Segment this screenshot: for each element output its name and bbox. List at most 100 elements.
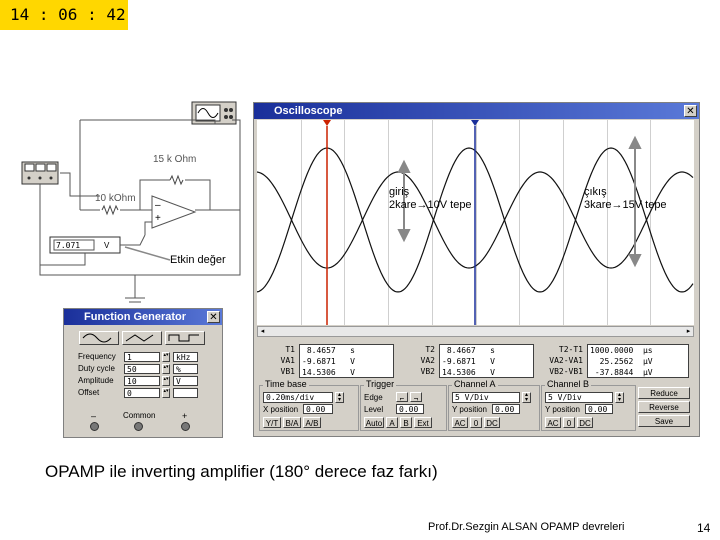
fg-row-unit[interactable]: kHz xyxy=(173,352,198,362)
feedback-resistor-symbol xyxy=(169,174,184,186)
fg-row-spinner[interactable]: ▴▾ xyxy=(162,364,170,374)
oscilloscope-screen xyxy=(257,120,694,325)
trigger-level-input[interactable]: 0.00 xyxy=(396,404,424,414)
fg-row-input[interactable]: 1 xyxy=(124,352,160,362)
opamp-plus: + xyxy=(155,213,161,224)
reverse-button[interactable]: Reverse xyxy=(638,401,690,413)
readout-t1-labels: T1 VA1 VB1 xyxy=(280,345,295,376)
save-button[interactable]: Save xyxy=(638,415,690,427)
fg-row-spinner[interactable]: ▴▾ xyxy=(162,388,170,398)
function-generator-window: Function Generator ✕ Frequency 1 ▴▾ kHz Duty… xyxy=(63,308,223,438)
opamp-minus: – xyxy=(155,200,161,211)
trigger-header: Trigger xyxy=(364,379,397,389)
input-resistor-symbol xyxy=(101,204,119,216)
fg-common-terminal[interactable] xyxy=(134,422,143,431)
ground-symbol xyxy=(125,275,145,303)
fg-common-label: Common xyxy=(123,411,156,420)
channel-b-ypos-input[interactable]: 0.00 xyxy=(585,404,613,414)
trigger-auto-button[interactable]: Auto xyxy=(364,417,384,428)
trigger-edge-label: Edge xyxy=(364,393,383,402)
fg-minus-terminal[interactable] xyxy=(90,422,99,431)
page-number: 14 xyxy=(697,521,711,535)
trigger-ext-button[interactable]: Ext xyxy=(414,417,432,428)
scroll-right-icon[interactable]: ▸ xyxy=(684,327,693,336)
function-generator-title: Function Generator xyxy=(64,309,222,325)
footer-author: Prof.Dr.Sezgin ALSAN OPAMP devreleri xyxy=(428,521,625,533)
fg-row-label: Offset xyxy=(78,388,100,397)
xpos-label: X position xyxy=(263,405,299,414)
scroll-left-icon[interactable]: ◂ xyxy=(258,327,267,336)
channel-a-group: Channel A 5 V/Div ▴ ▾ Y position 0.00 AC … xyxy=(448,379,540,431)
channel-a-header: Channel A xyxy=(452,379,498,389)
channel-b-dc-button[interactable]: DC xyxy=(577,417,593,428)
trigger-b-button[interactable]: B xyxy=(400,417,412,428)
cursor-t2-handle[interactable] xyxy=(471,120,479,126)
readout-t1: T1 VA1 VB1 8.4657 s -9.6871 V 14.5306 V xyxy=(259,342,397,380)
rising-edge-icon[interactable]: ⌐ xyxy=(396,392,408,403)
fg-plus-terminal[interactable] xyxy=(181,422,190,431)
input-annotation: giriş 2kare→10V tepe xyxy=(389,186,472,211)
fg-row-input[interactable]: 50 xyxy=(124,364,160,374)
fg-row-input[interactable]: 10 xyxy=(124,376,160,386)
readout-delta-labels: T2-T1 VA2-VA1 VB2-VB1 xyxy=(549,345,583,376)
timebase-group: Time base 0.20ms/div ▴ ▾ X position 0.00 … xyxy=(259,379,359,431)
channel-a-spinner[interactable]: ▴ ▾ xyxy=(522,392,531,403)
fg-row-unit[interactable] xyxy=(173,388,198,398)
fg-close-icon[interactable]: ✕ xyxy=(207,311,220,323)
channel-b-spinner[interactable]: ▴ ▾ xyxy=(615,392,624,403)
channel-b-ypos-label: Y position xyxy=(545,405,580,414)
oscilloscope-icon[interactable] xyxy=(191,101,237,125)
channel-a-ac-button[interactable]: AC xyxy=(452,417,468,428)
channel-b-scale-select[interactable]: 5 V/Div xyxy=(545,392,613,403)
fg-plus-label: + xyxy=(182,411,188,421)
timebase-spinner[interactable]: ▴ ▾ xyxy=(335,392,344,403)
channel-b-group: Channel B 5 V/Div ▴ ▾ Y position 0.00 AC … xyxy=(541,379,636,431)
close-icon[interactable]: ✕ xyxy=(684,105,697,117)
function-generator-title-text: Function Generator xyxy=(84,311,187,323)
fg-row-input[interactable]: 0 xyxy=(124,388,160,398)
voltmeter-value: 7.071 xyxy=(56,241,81,250)
fg-row-spinner[interactable]: ▴▾ xyxy=(162,352,170,362)
falling-edge-icon[interactable]: ¬ xyxy=(410,392,422,403)
oscilloscope-scrollbar[interactable]: ◂ ▸ xyxy=(257,326,694,337)
fg-row-unit[interactable]: V xyxy=(173,376,198,386)
channel-a-ypos-label: Y position xyxy=(452,405,487,414)
simulation-workspace: 15 k Ohm 10 kOhm – + 7.071 V Etkin değer… xyxy=(20,100,700,440)
fg-row-unit[interactable]: % xyxy=(173,364,198,374)
channel-b-header: Channel B xyxy=(545,379,592,389)
reduce-button[interactable]: Reduce xyxy=(638,387,690,399)
fg-row-label: Frequency xyxy=(78,352,116,361)
readout-delta: T2-T1 VA2-VA1 VB2-VB1 1000.0000 µs 25.25… xyxy=(539,342,692,380)
oscilloscope-controls: T1 VA1 VB1 8.4657 s -9.6871 V 14.5306 V … xyxy=(257,339,694,431)
channel-a-scale-select[interactable]: 5 V/Div xyxy=(452,392,520,403)
channel-a-zero-button[interactable]: 0 xyxy=(470,417,482,428)
timebase-select[interactable]: 0.20ms/div xyxy=(263,392,333,403)
bamode-button[interactable]: B/A xyxy=(283,417,301,428)
readout-t1-values: 8.4657 s -9.6871 V 14.5306 V xyxy=(299,344,394,378)
square-wave-button[interactable] xyxy=(165,331,205,345)
slide-caption: OPAMP ile inverting amplifier (180° dere… xyxy=(45,462,438,481)
fg-row-spinner[interactable]: ▴▾ xyxy=(162,376,170,386)
channel-b-ac-button[interactable]: AC xyxy=(545,417,561,428)
cursor-t1-handle[interactable] xyxy=(323,120,331,126)
channel-b-zero-button[interactable]: 0 xyxy=(563,417,575,428)
sine-wave-button[interactable] xyxy=(79,331,119,345)
oscilloscope-title: Oscilloscope xyxy=(254,103,699,119)
triangle-wave-button[interactable] xyxy=(122,331,162,345)
rms-label: Etkin değer xyxy=(170,254,226,266)
trigger-a-button[interactable]: A xyxy=(386,417,398,428)
output-annotation: çıkış 3kare→15V tepe xyxy=(584,186,667,211)
fg-row-label: Amplitude xyxy=(78,376,114,385)
ytmode-button[interactable]: Y/T xyxy=(263,417,281,428)
abmode-button[interactable]: A/B xyxy=(303,417,321,428)
readout-t2-values: 8.4667 s -9.6871 V 14.5306 V xyxy=(439,344,534,378)
channel-a-dc-button[interactable]: DC xyxy=(484,417,500,428)
xpos-input[interactable]: 0.00 xyxy=(303,404,333,414)
timebase-header: Time base xyxy=(263,379,309,389)
readout-delta-values: 1000.0000 µs 25.2562 µV -37.8844 µV xyxy=(587,344,689,378)
readout-t2-labels: T2 VA2 VB2 xyxy=(420,345,435,376)
function-generator-icon[interactable] xyxy=(21,161,59,185)
readout-t2: T2 VA2 VB2 8.4667 s -9.6871 V 14.5306 V xyxy=(399,342,537,380)
channel-a-ypos-input[interactable]: 0.00 xyxy=(492,404,520,414)
feedback-resistor-label: 15 k Ohm xyxy=(153,154,197,165)
